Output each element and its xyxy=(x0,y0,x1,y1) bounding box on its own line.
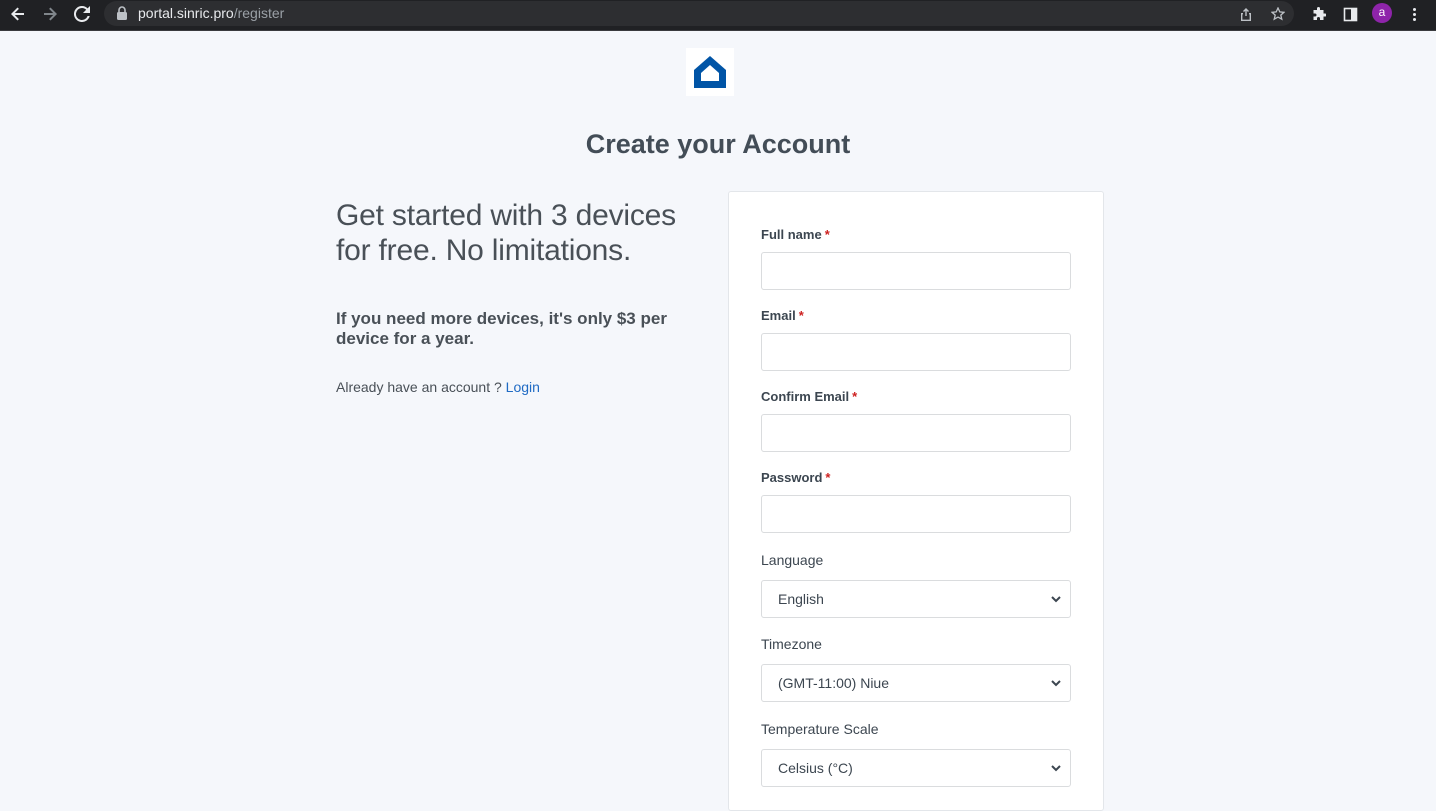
forward-icon[interactable] xyxy=(38,0,62,27)
required-mark: * xyxy=(825,470,831,485)
reload-icon[interactable] xyxy=(70,0,94,27)
timezone-label: Timezone xyxy=(761,636,822,652)
language-selected-value: English xyxy=(778,591,824,607)
lock-icon xyxy=(116,6,128,20)
extensions-icon[interactable] xyxy=(1307,3,1329,25)
url-path: /register xyxy=(233,5,285,21)
timezone-select[interactable]: (GMT-11:00) Niue xyxy=(761,664,1071,702)
timezone-group: Timezone (GMT-11:00) Niue xyxy=(761,635,1071,702)
chevron-down-icon xyxy=(1051,596,1061,603)
language-select[interactable]: English xyxy=(761,580,1071,618)
login-link[interactable]: Login xyxy=(506,379,540,395)
url-host: portal.sinric.pro xyxy=(138,5,234,21)
login-prompt-text: Already have an account ? xyxy=(336,379,502,395)
temperature-select[interactable]: Celsius (°C) xyxy=(761,749,1071,787)
required-mark: * xyxy=(852,389,858,404)
url-text[interactable]: portal.sinric.pro/register xyxy=(138,5,284,22)
confirm-email-label: Confirm Email * xyxy=(761,389,858,404)
side-panel-icon[interactable] xyxy=(1339,3,1361,25)
required-mark: * xyxy=(798,308,804,323)
back-icon[interactable] xyxy=(6,0,30,27)
required-mark: * xyxy=(824,227,830,242)
login-prompt: Already have an account ? Login xyxy=(336,378,696,396)
email-label: Email * xyxy=(761,308,804,323)
email-group: Email * xyxy=(761,308,1071,371)
register-form-card: Full name * Email * Confirm Email * Passwor… xyxy=(728,191,1104,811)
password-label: Password * xyxy=(761,470,831,485)
temperature-group: Temperature Scale Celsius (°C) xyxy=(761,720,1071,787)
promo-column: Get started with 3 devices for free. No … xyxy=(336,198,696,396)
address-bar[interactable]: portal.sinric.pro/register xyxy=(104,1,1294,26)
language-label: Language xyxy=(761,552,824,568)
full-name-label: Full name * xyxy=(761,227,830,242)
password-group: Password * xyxy=(761,470,1071,533)
password-input[interactable] xyxy=(761,495,1071,533)
full-name-group: Full name * xyxy=(761,227,1071,290)
promo-headline: Get started with 3 devices for free. No … xyxy=(336,199,676,267)
profile-avatar[interactable]: a xyxy=(1372,3,1392,23)
chevron-down-icon xyxy=(1051,680,1061,687)
promo-subline: If you need more devices, it's only $3 p… xyxy=(336,309,667,348)
page-title: Create your Account xyxy=(585,129,851,159)
bookmark-star-icon[interactable] xyxy=(1269,5,1287,23)
temperature-label: Temperature Scale xyxy=(761,721,879,737)
email-input[interactable] xyxy=(761,333,1071,371)
house-icon xyxy=(694,56,726,88)
full-name-input[interactable] xyxy=(761,252,1071,290)
confirm-email-input[interactable] xyxy=(761,414,1071,452)
confirm-email-group: Confirm Email * xyxy=(761,389,1071,452)
chevron-down-icon xyxy=(1051,765,1061,772)
temperature-selected-value: Celsius (°C) xyxy=(778,760,853,776)
language-group: Language English xyxy=(761,551,1071,618)
browser-toolbar: portal.sinric.pro/register a xyxy=(0,0,1436,31)
timezone-selected-value: (GMT-11:00) Niue xyxy=(778,675,889,691)
share-icon[interactable] xyxy=(1237,5,1255,23)
sinric-logo xyxy=(686,48,734,96)
kebab-menu-icon[interactable] xyxy=(1403,3,1425,25)
